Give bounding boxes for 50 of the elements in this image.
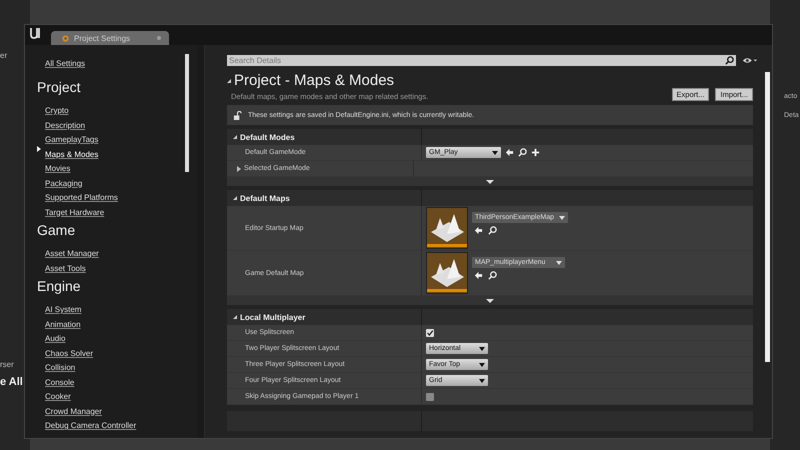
sidebar-item[interactable]: Cooker <box>45 392 71 401</box>
scrollbar[interactable] <box>765 72 770 362</box>
logo-icon <box>29 26 43 40</box>
sidebar-item[interactable]: Description <box>45 120 86 130</box>
all-settings-link[interactable]: All Settings <box>45 59 86 73</box>
page-title: Project - Maps & Modes <box>227 72 666 89</box>
background-text: e All <box>0 376 23 388</box>
search-icon <box>725 55 736 66</box>
eye-icon[interactable] <box>742 56 758 65</box>
plus-icon[interactable] <box>531 148 540 157</box>
background-text: er <box>0 51 8 60</box>
sidebar-item[interactable]: Animation <box>45 320 81 328</box>
checkbox[interactable] <box>426 392 434 400</box>
expand-arrow-icon[interactable] <box>237 166 241 172</box>
sidebar-item[interactable]: Packaging <box>45 178 82 188</box>
sidebar-item[interactable]: Console <box>45 378 74 386</box>
search-icon[interactable] <box>488 226 497 235</box>
category-heading: Project <box>37 79 82 97</box>
category-heading: Engine <box>37 278 82 296</box>
sidebar-item[interactable]: Audio <box>45 334 66 343</box>
background-text: rser <box>0 360 14 369</box>
sidebar-item[interactable]: Maps & Modes <box>45 150 98 158</box>
category-heading: Game <box>37 222 76 240</box>
sidebar-item[interactable]: Crypto <box>45 106 69 115</box>
left-arrow-icon[interactable] <box>474 226 483 235</box>
search-field[interactable]: Search Details <box>227 55 725 66</box>
sidebar-item[interactable]: Asset Manager <box>45 249 99 258</box>
scrollbar[interactable] <box>185 54 189 172</box>
map-thumbnail-icon <box>426 252 468 294</box>
sidebar-item[interactable]: GameplayTags <box>45 135 98 144</box>
sidebar-item[interactable]: Chaos Solver <box>45 348 94 358</box>
sidebar-item[interactable]: AI System <box>45 305 82 314</box>
left-arrow-icon[interactable] <box>505 148 514 157</box>
checkbox[interactable] <box>426 328 434 336</box>
map-thumbnail-icon <box>426 207 468 249</box>
sidebar-item[interactable]: Crowd Manager <box>45 406 102 416</box>
gear-icon <box>61 34 70 42</box>
search-icon[interactable] <box>518 148 527 157</box>
sidebar-item[interactable]: Supported Platforms <box>45 193 118 202</box>
sidebar-item[interactable]: Target Hardware <box>45 208 104 216</box>
section-header[interactable]: Local Multiplayer <box>227 309 753 325</box>
sidebar-item[interactable]: Debug Camera Controller <box>45 421 136 430</box>
sidebar-item[interactable]: Movies <box>45 164 70 173</box>
sidebar-item[interactable]: Asset Tools <box>45 264 86 272</box>
unlocked-padlock-icon <box>233 110 242 120</box>
section-header[interactable]: Default Modes <box>227 129 753 145</box>
left-arrow-icon[interactable] <box>474 271 483 280</box>
search-icon[interactable] <box>488 271 497 280</box>
sidebar-item[interactable]: Collision <box>45 363 76 372</box>
section-header[interactable]: Default Maps <box>227 190 753 206</box>
